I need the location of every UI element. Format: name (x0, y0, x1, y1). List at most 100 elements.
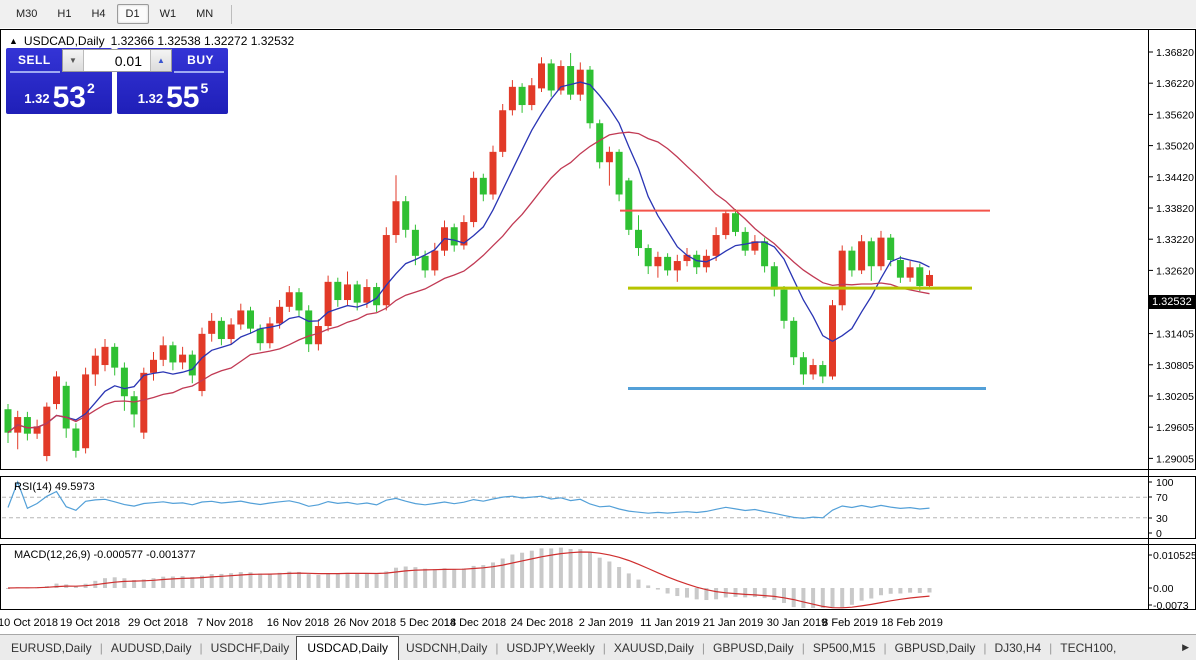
macd-histogram-bar (277, 572, 282, 588)
chart-tab-audusd[interactable]: AUDUSD,Daily (104, 638, 199, 658)
date-tick-label: 26 Nov 2018 (334, 617, 396, 629)
candle (392, 201, 400, 236)
candle (334, 281, 342, 301)
trading-terminal: M30 H1 H4 D1 W1 MN 1.36820 1.36220 1.35620… (0, 0, 1196, 660)
candle (547, 63, 555, 91)
candle (450, 227, 458, 246)
timeframe-h4-button[interactable]: H4 (82, 4, 114, 24)
macd-histogram-bar (161, 576, 166, 588)
macd-histogram-bar (782, 588, 786, 603)
price-tick-label: 1.30805 (1156, 360, 1194, 372)
rsi-label: RSI(14) 49.5973 (14, 481, 95, 493)
candle (140, 372, 148, 433)
timeframe-w1-button[interactable]: W1 (151, 4, 186, 24)
candle (373, 287, 381, 306)
tab-separator: | (602, 640, 606, 655)
candle (130, 396, 138, 415)
candle (217, 320, 225, 340)
chart-header: ▲ USDCAD,Daily 1.32366 1.32538 1.32272 1… (9, 34, 294, 48)
candle (179, 354, 187, 363)
timeframe-d1-button[interactable]: D1 (116, 4, 149, 24)
candle (887, 237, 895, 260)
candle (538, 63, 545, 89)
candle (605, 151, 613, 163)
macd-tick-label: 0.010525 (1153, 550, 1196, 562)
buy-button[interactable]: BUY (187, 53, 214, 67)
candle (363, 287, 371, 303)
candle (227, 324, 235, 340)
candle (770, 266, 778, 290)
macd-histogram-bar (267, 573, 272, 588)
chart-tab-usdcnh[interactable]: USDCNH,Daily (399, 638, 494, 658)
macd-histogram-bar (568, 548, 573, 588)
tab-separator: | (495, 640, 499, 655)
one-click-trading-panel: SELL 1.32 53 2 BUY 1.32 55 5 ▼ 0.01 ▲ (6, 48, 228, 114)
macd-histogram-bar (869, 588, 874, 599)
macd-histogram-bar (306, 574, 311, 588)
rsi-tick-label: 70 (1156, 492, 1168, 504)
chart-tab-gbpusd[interactable]: GBPUSD,Daily (888, 638, 983, 658)
candle (101, 346, 109, 366)
macd-histogram-bar (297, 571, 301, 588)
macd-histogram-bar (646, 585, 651, 588)
candle (586, 69, 594, 124)
macd-histogram-bar (355, 573, 360, 588)
macd-tick-label: -0.0073 (1153, 600, 1189, 612)
buy-price: 1.32 55 5 (117, 80, 228, 114)
candle (867, 241, 875, 267)
timeframe-toolbar: M30 H1 H4 D1 W1 MN (0, 0, 1196, 28)
candle (819, 365, 827, 377)
buy-price-pips: 55 (166, 80, 200, 114)
price-tick-label: 1.36820 (1156, 47, 1194, 59)
candle (72, 428, 80, 451)
volume-input[interactable] (84, 50, 150, 71)
macd-histogram-bar (374, 574, 379, 588)
macd-histogram-bar (597, 557, 602, 588)
candle (780, 289, 788, 321)
sell-button[interactable]: SELL (18, 53, 51, 67)
candle (62, 385, 70, 429)
buy-price-point: 5 (200, 80, 209, 96)
candle (91, 355, 99, 375)
tab-separator: | (701, 640, 705, 655)
macd-histogram-bar (510, 554, 515, 588)
macd-histogram-bar (287, 571, 292, 588)
timeframe-mn-button[interactable]: MN (187, 4, 222, 24)
chart-tab-usdchf[interactable]: USDCHF,Daily (204, 638, 297, 658)
buy-underline (174, 71, 224, 73)
candle (664, 256, 672, 271)
collapse-panel-icon[interactable]: ▲ (9, 36, 18, 46)
chart-tab-sp500[interactable]: SP500,M15 (806, 638, 883, 658)
chart-tab-gbpusd[interactable]: GBPUSD,Daily (706, 638, 801, 658)
date-tick-label: 8 Feb 2019 (822, 617, 878, 629)
chart-tab-usdjpy[interactable]: USDJPY,Weekly (499, 638, 601, 658)
chart-canvas[interactable]: 1.36820 1.36220 1.35620 1.35020 1.34420 1.338… (0, 28, 1196, 634)
volume-increase-button[interactable]: ▲ (150, 50, 171, 71)
candle (470, 177, 478, 223)
candle (838, 250, 846, 306)
volume-decrease-button[interactable]: ▼ (63, 50, 84, 71)
chart-tab-tech100[interactable]: TECH100, (1053, 638, 1123, 658)
macd-histogram-bar (917, 588, 922, 593)
chart-tab-xauusd[interactable]: XAUUSD,Daily (607, 638, 701, 658)
tab-separator: | (99, 640, 103, 655)
macd-histogram-bar (461, 568, 466, 588)
macd-histogram-bar (849, 588, 854, 605)
macd-histogram-bar (840, 588, 845, 608)
candle (285, 292, 293, 307)
candle (23, 417, 31, 434)
macd-histogram-bar (743, 588, 748, 598)
price-tick-label: 1.33820 (1156, 203, 1194, 215)
price-tick-label: 1.32620 (1156, 265, 1194, 277)
chart-tab-eurusd[interactable]: EURUSD,Daily (4, 638, 99, 658)
macd-histogram-bar (335, 573, 340, 588)
candle (353, 284, 361, 303)
macd-histogram-bar (820, 588, 825, 608)
candle (344, 284, 351, 301)
chart-tab-usdcad[interactable]: USDCAD,Daily (296, 635, 399, 660)
timeframe-h1-button[interactable]: H1 (48, 4, 80, 24)
chart-tab-dj30[interactable]: DJ30,H4 (987, 638, 1048, 658)
timeframe-m30-button[interactable]: M30 (7, 4, 46, 24)
tab-scroll-right-icon[interactable]: ▶ (1182, 642, 1189, 653)
candle (916, 267, 924, 286)
